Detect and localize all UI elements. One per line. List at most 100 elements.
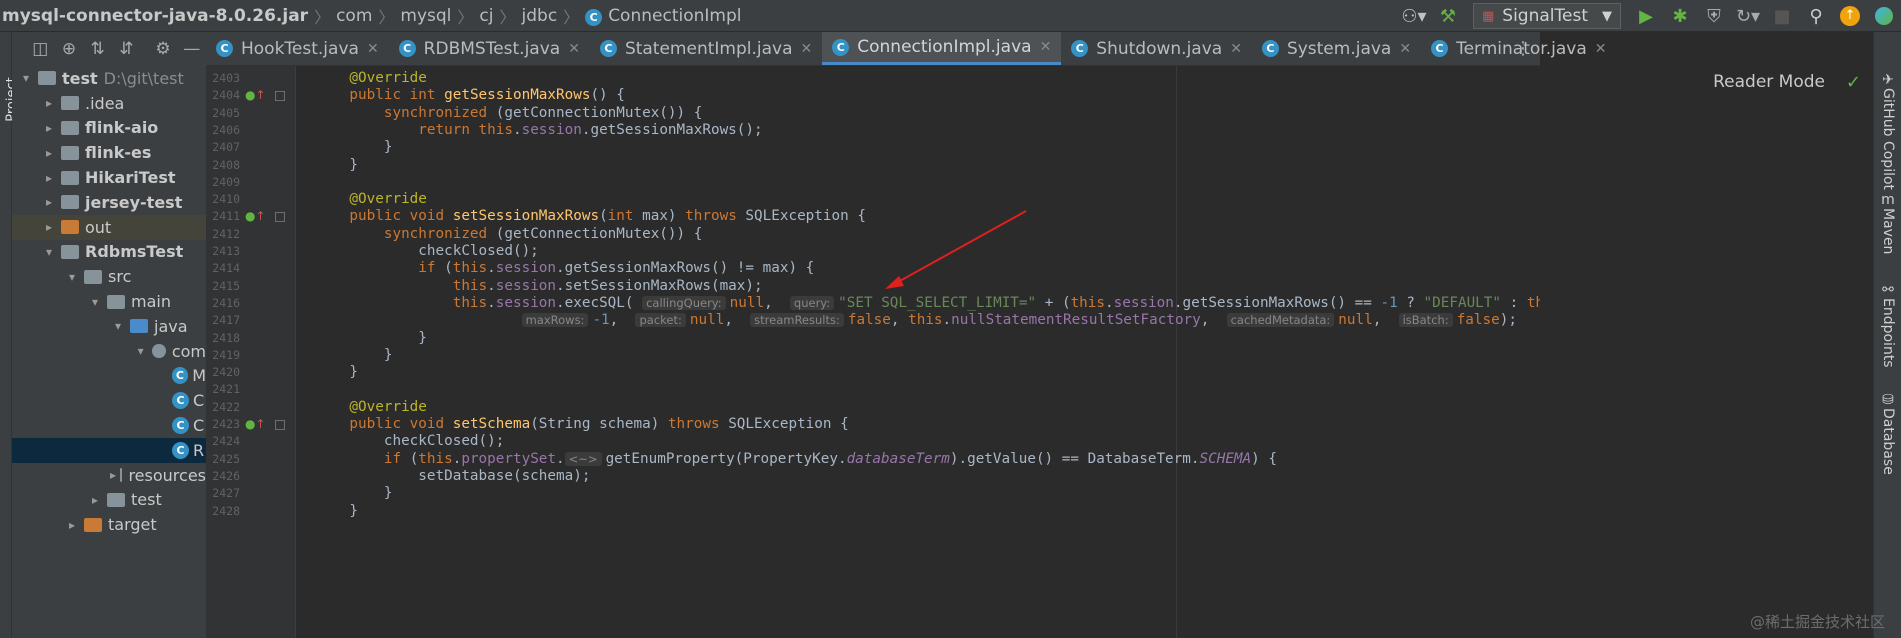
editor-tab[interactable]: C ConnectionImpl.java ✕ <box>822 32 1062 65</box>
locate-icon[interactable]: ⊕ <box>59 36 80 62</box>
override-marker-icon[interactable]: ●↑ <box>245 208 266 225</box>
close-icon[interactable]: ✕ <box>1040 39 1052 55</box>
expand-all-icon[interactable]: ⇅ <box>87 36 108 62</box>
gear-icon[interactable]: ⚙ <box>153 36 174 62</box>
reader-mode-button[interactable]: Reader Mode <box>1713 72 1825 92</box>
user-icon[interactable]: ⚇▾ <box>1401 3 1427 29</box>
tree-item[interactable]: ▾ RdbmsTest <box>12 240 206 265</box>
chevron-right-icon[interactable]: ▸ <box>41 195 57 209</box>
coverage-icon[interactable]: ⛨ <box>1701 3 1727 29</box>
chevron-down-icon[interactable]: ▾ <box>64 270 80 284</box>
close-icon[interactable]: ✕ <box>801 41 813 57</box>
code-line[interactable]: @Override <box>315 70 426 87</box>
tree-item[interactable]: CC <box>12 388 206 413</box>
fold-toggle-icon[interactable] <box>275 212 285 223</box>
code-line[interactable]: } <box>315 364 358 381</box>
tree-item[interactable]: ▾ com <box>12 339 206 364</box>
editor-tab[interactable]: C System.java ✕ <box>1252 32 1421 65</box>
chevron-down-icon[interactable]: ▾ <box>18 71 34 85</box>
code-line[interactable]: checkClosed(); <box>315 433 505 450</box>
code-line[interactable]: } <box>315 157 358 174</box>
tree-item[interactable]: CC <box>12 413 206 438</box>
fold-toggle-icon[interactable] <box>275 91 285 102</box>
collapse-all-icon[interactable]: ⇵ <box>116 36 137 62</box>
code-line[interactable]: } <box>315 485 393 502</box>
build-hammer-icon[interactable]: ⚒ <box>1435 3 1461 29</box>
breadcrumb-com[interactable]: com <box>332 6 376 26</box>
code-line[interactable]: setDatabase(schema); <box>315 468 590 485</box>
profile-icon[interactable]: ↻▾ <box>1735 3 1761 29</box>
breadcrumb-mysql[interactable]: mysql <box>396 6 455 26</box>
debug-icon[interactable]: ✱ <box>1667 3 1693 29</box>
code-editor[interactable]: @Override public int getSessionMaxRows()… <box>296 66 1540 638</box>
close-icon[interactable]: ✕ <box>367 41 379 57</box>
code-line[interactable]: if (this.propertySet. <~> getEnumProperty(… <box>315 451 1277 468</box>
tree-item[interactable]: CM <box>12 364 206 389</box>
tree-item[interactable]: ▸ resources <box>12 463 206 488</box>
project-view-icon[interactable]: ◫ <box>30 36 51 62</box>
tree-item[interactable]: ▾ src <box>12 264 206 289</box>
right-tool-button[interactable]: ✈ GitHub Copilot <box>1874 72 1901 190</box>
plugin-icon[interactable] <box>1871 3 1897 29</box>
chevron-down-icon[interactable]: ▾ <box>133 344 148 358</box>
chevron-down-icon[interactable]: ▾ <box>87 295 103 309</box>
tree-item[interactable]: ▸ HikariTest <box>12 165 206 190</box>
run-icon[interactable]: ▶ <box>1633 3 1659 29</box>
chevron-right-icon[interactable]: ▸ <box>41 171 57 185</box>
code-line[interactable]: } <box>315 347 393 364</box>
right-tool-button[interactable]: ⛁ Database <box>1874 392 1901 475</box>
tree-item[interactable]: ▾ java <box>12 314 206 339</box>
chevron-right-icon[interactable]: ▸ <box>41 220 57 234</box>
code-line[interactable]: checkClosed(); <box>315 243 539 260</box>
chevron-right-icon[interactable]: ▸ <box>41 96 57 110</box>
tree-item[interactable]: ▸ test <box>12 488 206 513</box>
override-marker-icon[interactable]: ●↑ <box>245 87 266 104</box>
tree-item[interactable]: ▸ .idea <box>12 91 206 116</box>
close-icon[interactable]: ✕ <box>1399 41 1411 57</box>
tree-item[interactable]: ▾ test D:\git\test <box>12 66 206 91</box>
breadcrumb-jar[interactable]: mysql-connector-java-8.0.26.jar <box>0 6 312 26</box>
breadcrumb-class[interactable]: C ConnectionImpl <box>581 6 745 26</box>
close-icon[interactable]: ✕ <box>1595 41 1607 57</box>
editor-tab[interactable]: C HookTest.java ✕ <box>206 32 389 65</box>
chevron-right-icon[interactable]: ▸ <box>41 146 57 160</box>
code-line[interactable]: maxRows: -1, packet: null, streamResults: f… <box>315 312 1517 329</box>
code-line[interactable]: public void setSessionMaxRows(int max) t… <box>315 208 866 225</box>
editor-tab[interactable]: C Shutdown.java ✕ <box>1061 32 1252 65</box>
chevron-right-icon[interactable]: ▸ <box>41 121 57 135</box>
code-line[interactable]: this.session.setSessionMaxRows(max); <box>315 278 763 295</box>
chevron-down-icon[interactable]: ▾ <box>41 245 57 259</box>
code-line[interactable]: } <box>315 503 358 520</box>
override-marker-icon[interactable]: ●↑ <box>245 416 266 433</box>
chevron-down-icon[interactable]: ▾ <box>110 319 126 333</box>
check-icon[interactable]: ✓ <box>1846 72 1861 93</box>
code-line[interactable]: synchronized (getConnectionMutex()) { <box>315 226 703 243</box>
stop-icon[interactable]: ■ <box>1769 3 1795 29</box>
tree-item[interactable]: ▸ flink-aio <box>12 116 206 141</box>
tree-item[interactable]: ▾ main <box>12 289 206 314</box>
code-line[interactable]: public int getSessionMaxRows() { <box>315 87 624 104</box>
breadcrumb-cj[interactable]: cj <box>475 6 497 26</box>
code-line[interactable]: @Override <box>315 399 426 416</box>
update-icon[interactable]: ↑ <box>1837 3 1863 29</box>
close-icon[interactable]: ✕ <box>568 41 580 57</box>
editor-tab[interactable]: C RDBMSTest.java ✕ <box>389 32 590 65</box>
code-line[interactable]: @Override <box>315 191 426 208</box>
tree-item[interactable]: ▸ out <box>12 214 206 240</box>
tree-item[interactable]: ▸ target <box>12 512 206 537</box>
code-line[interactable]: public void setSchema(String schema) thr… <box>315 416 848 433</box>
tree-item[interactable]: ▸ jersey-test <box>12 190 206 215</box>
chevron-right-icon[interactable]: ▸ <box>87 493 103 507</box>
close-icon[interactable]: ✕ <box>1230 41 1242 57</box>
chevron-right-icon[interactable]: ▸ <box>64 518 80 532</box>
tree-item[interactable]: ▸ flink-es <box>12 140 206 165</box>
breadcrumb-jdbc[interactable]: jdbc <box>518 6 562 26</box>
run-configuration-selector[interactable]: ▦ SignalTest ▼ <box>1473 3 1621 29</box>
code-line[interactable]: } <box>315 139 393 156</box>
code-line[interactable]: synchronized (getConnectionMutex()) { <box>315 105 703 122</box>
code-line[interactable]: return this.session.getSessionMaxRows(); <box>315 122 762 139</box>
hide-icon[interactable]: — <box>181 36 202 62</box>
code-line[interactable]: } <box>315 330 427 347</box>
chevron-right-icon[interactable]: ▸ <box>110 468 116 482</box>
code-line[interactable]: this.session.execSQL( callingQuery: null,… <box>315 295 1540 312</box>
